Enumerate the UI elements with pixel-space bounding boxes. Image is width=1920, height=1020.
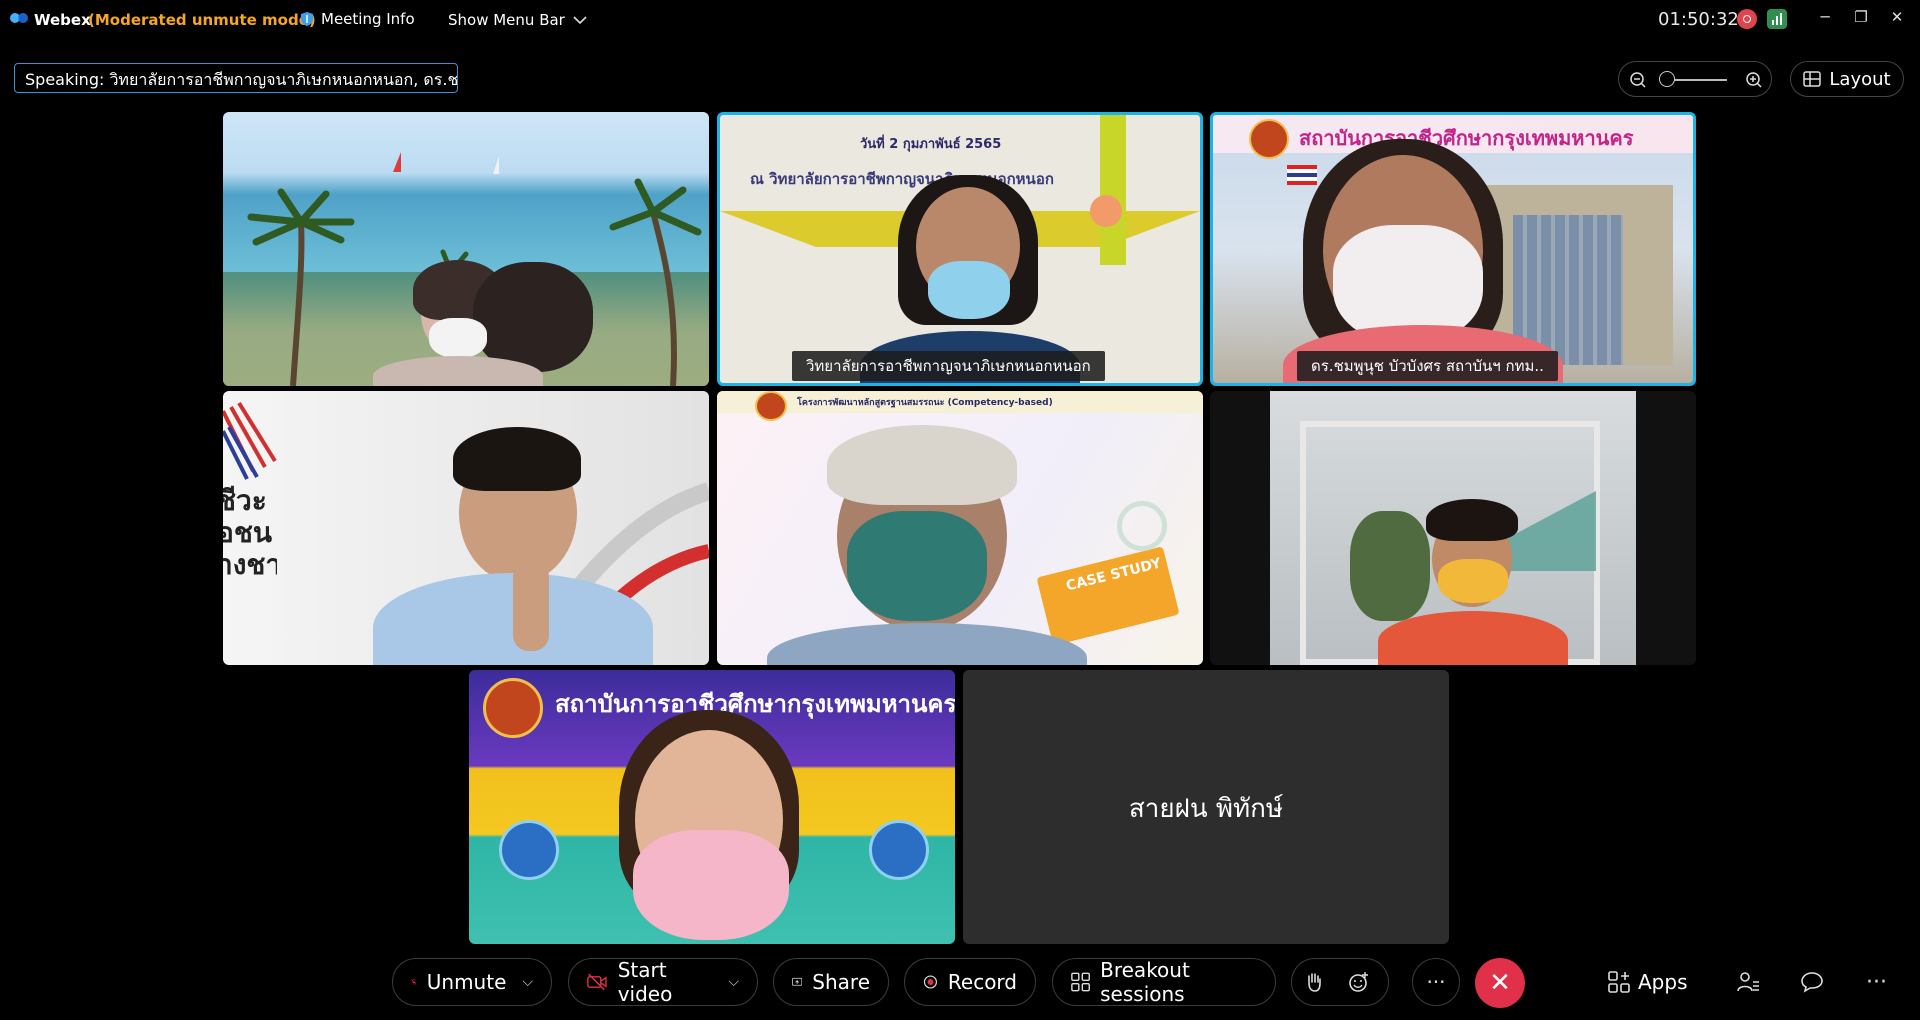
- meeting-timer: 01:50:32: [1658, 9, 1739, 30]
- video-tile-participant-3[interactable]: สถาบันการอาชีวศึกษากรุงเทพมหานคร ดร.ชมพู…: [1210, 112, 1696, 386]
- video-tile-participant-6[interactable]: [1210, 391, 1696, 665]
- restore-icon[interactable]: ❐: [1848, 6, 1874, 28]
- banner-date-text: วันที่ 2 กุมภาพันธ์ 2565: [860, 137, 1002, 152]
- banner-title-text: โครงการพัฒนาหลักสูตรฐานสมรรถนะ (Competen…: [797, 398, 1053, 408]
- record-label: Record: [947, 970, 1017, 994]
- video-tile-participant-4[interactable]: ชีวะ อชน างชาติ: [223, 391, 709, 665]
- start-video-label: Start video: [617, 958, 673, 1006]
- share-screen-icon: [792, 977, 803, 986]
- chevron-down-icon[interactable]: ⌵: [728, 974, 739, 990]
- show-menu-bar-label: Show Menu Bar: [448, 11, 565, 29]
- reactions-group: [1291, 958, 1389, 1006]
- share-button[interactable]: Share: [773, 958, 889, 1006]
- zoom-out-icon[interactable]: [1629, 71, 1647, 89]
- institute-seal-icon: [1249, 119, 1289, 159]
- zoom-control: [1618, 61, 1772, 97]
- more-panels-button[interactable]: ···: [1866, 958, 1887, 1006]
- apps-icon: [1608, 971, 1630, 993]
- active-speaker-label: Speaking: วิทยาลัยการอาชีพกาญจนาภิเษกหนอ…: [14, 63, 458, 93]
- chevron-down-icon: [573, 15, 587, 24]
- banner-title-text: สถาบันการอาชีวศึกษากรุงเทพมหานคร: [1299, 126, 1634, 150]
- institute-seal-icon: [483, 678, 543, 738]
- unmute-label: Unmute: [426, 970, 507, 994]
- shield-icon: [301, 12, 313, 26]
- video-tile-participant-5[interactable]: โครงการพัฒนาหลักสูตรฐานสมรรถนะ (Competen…: [717, 391, 1203, 665]
- video-tile-participant-2[interactable]: วันที่ 2 กุมภาพันธ์ 2565 ณ วิทยาลัยการอา…: [717, 112, 1203, 386]
- more-options-button[interactable]: ···: [1412, 958, 1460, 1006]
- show-menu-bar-button[interactable]: Show Menu Bar: [448, 11, 587, 29]
- network-health-icon[interactable]: [1767, 9, 1787, 29]
- record-icon: [923, 975, 937, 989]
- start-video-button[interactable]: Start video ⌵: [568, 958, 758, 1006]
- grid-layout-icon: [1803, 71, 1822, 87]
- chat-button[interactable]: [1800, 958, 1824, 1006]
- banner-title-text: สถาบันการอาชีวศึกษากรุงเทพมหานคร: [555, 690, 955, 718]
- moderated-mode-label: (Moderated unmute mode): [88, 11, 316, 29]
- participants-icon: [1737, 972, 1759, 992]
- apps-label: Apps: [1638, 970, 1688, 994]
- leave-meeting-button[interactable]: ✕: [1475, 958, 1525, 1008]
- recording-indicator-icon[interactable]: [1737, 9, 1757, 29]
- participant-name-label: ดร.ชมพูนุช บัวบังศร สถาบันฯ กทม..: [1297, 351, 1558, 381]
- close-icon[interactable]: ✕: [1884, 6, 1910, 28]
- participants-button[interactable]: [1736, 958, 1760, 1006]
- reaction-emoji-icon[interactable]: [1348, 971, 1370, 993]
- chat-icon: [1801, 972, 1823, 993]
- meeting-controls-bar: Unmute ⌵ Start video ⌵ Share Record Brea…: [0, 944, 1920, 1020]
- apps-button[interactable]: Apps: [1608, 958, 1688, 1006]
- video-tile-participant-1[interactable]: [223, 112, 709, 386]
- layout-label: Layout: [1829, 68, 1891, 90]
- breakout-sessions-icon: [1071, 972, 1090, 992]
- video-tile-participant-7[interactable]: สถาบันการอาชีวศึกษากรุงเทพมหานคร: [469, 670, 955, 944]
- breakout-sessions-label: Breakout sessions: [1100, 958, 1190, 1006]
- institute-seal-icon: [755, 391, 787, 421]
- zoom-in-icon[interactable]: [1745, 71, 1763, 89]
- layout-button[interactable]: Layout: [1790, 61, 1904, 97]
- raise-hand-icon[interactable]: [1304, 971, 1324, 993]
- video-tile-participant-8[interactable]: สายฝน พิทักษ์: [963, 670, 1449, 944]
- share-label: Share: [812, 970, 870, 994]
- camera-off-icon: [587, 973, 607, 991]
- microphone-muted-icon: [411, 978, 417, 985]
- participant-name-placeholder: สายฝน พิทักษ์: [1128, 794, 1284, 824]
- meeting-info-button[interactable]: Meeting Info: [300, 10, 415, 28]
- zoom-slider-handle[interactable]: [1659, 71, 1675, 87]
- breakout-sessions-button[interactable]: Breakout sessions: [1052, 958, 1276, 1006]
- meeting-info-label: Meeting Info: [321, 10, 415, 28]
- background-text: ชีวะ อชน างชาติ: [223, 485, 277, 581]
- webex-logo-icon: [10, 13, 28, 23]
- minimize-icon[interactable]: ─: [1812, 6, 1838, 28]
- end-call-icon: ✕: [1489, 968, 1511, 998]
- participant-name-label: วิทยาลัยการอาชีพกาญจนาภิเษกหนอกหนอก: [792, 351, 1105, 381]
- more-icon: ···: [1866, 969, 1887, 995]
- more-options-icon: ···: [1426, 970, 1446, 994]
- app-name: Webex: [34, 11, 91, 29]
- title-bar: Webex (Moderated unmute mode) Meeting In…: [0, 0, 1920, 42]
- record-button[interactable]: Record: [904, 958, 1036, 1006]
- chevron-down-icon[interactable]: ⌵: [522, 974, 533, 990]
- unmute-button[interactable]: Unmute ⌵: [392, 958, 552, 1006]
